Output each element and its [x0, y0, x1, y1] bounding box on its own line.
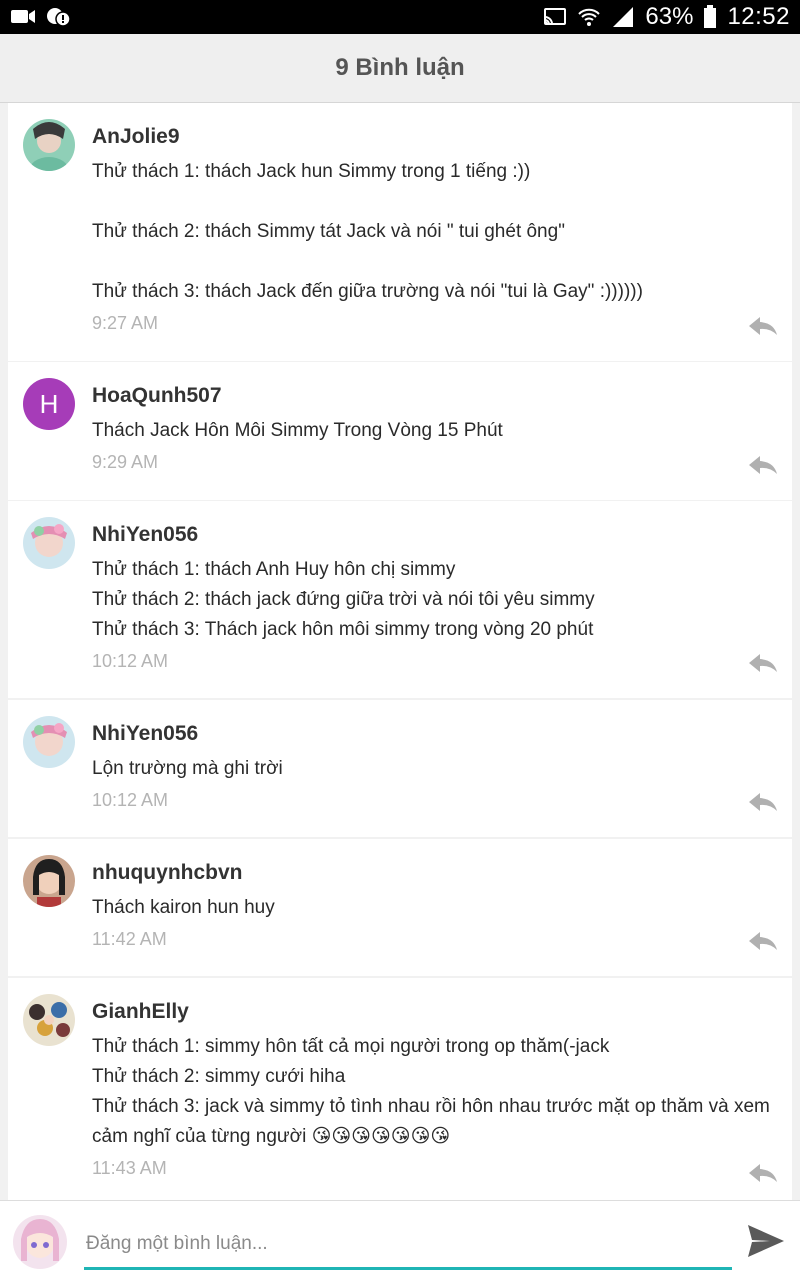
comment-input[interactable] [84, 1221, 732, 1270]
page-title: 9 Bình luận [335, 54, 465, 81]
comment-item: NhiYen056 Thử thách 1: thách Anh Huy hôn… [8, 501, 792, 698]
avatar[interactable] [23, 994, 75, 1046]
send-button[interactable] [746, 1223, 786, 1259]
comment-item: NhiYen056 Lộn trường mà ghi trời 10:12 A… [8, 700, 792, 837]
comment-username[interactable]: nhuquynhcbvn [92, 861, 778, 885]
reply-icon[interactable] [748, 315, 778, 337]
comment-timestamp: 11:43 AM [92, 1158, 167, 1178]
cast-icon [544, 8, 567, 25]
comment-text: Thử thách 1: thách Jack hun Simmy trong … [92, 161, 643, 302]
comment-timestamp: 10:12 AM [92, 651, 169, 671]
comment-list[interactable]: AnJolie9 Thử thách 1: thách Jack hun Sim… [8, 103, 792, 1200]
comment-item: GianhElly Thử thách 1: simmy hôn tất cả … [8, 978, 792, 1200]
reply-icon[interactable] [748, 791, 778, 813]
comment-text: Thách kairon hun huy [92, 897, 275, 918]
avatar[interactable] [23, 716, 75, 768]
reply-icon[interactable] [748, 652, 778, 674]
comment-composer [0, 1200, 800, 1281]
signal-icon [613, 7, 634, 27]
reply-icon[interactable] [748, 930, 778, 952]
comment-username[interactable]: NhiYen056 [92, 523, 778, 547]
comment-text: Thách Jack Hôn Môi Simmy Trong Vòng 15 P… [92, 420, 503, 441]
avatar-letter: H [39, 388, 59, 419]
comment-username[interactable]: GianhElly [92, 1000, 778, 1024]
comment-username[interactable]: NhiYen056 [92, 722, 778, 746]
comment-timestamp: 11:42 AM [92, 929, 167, 949]
comment-item: H HoaQunh507 Thách Jack Hôn Môi Simmy Tr… [8, 362, 792, 500]
comment-timestamp: 9:29 AM [92, 452, 159, 472]
comment-text: Lộn trường mà ghi trời [92, 758, 283, 779]
comment-text: Thử thách 1: thách Anh Huy hôn chị simmy… [92, 559, 595, 640]
comments-header: 9 Bình luận [0, 34, 800, 103]
battery-icon [704, 5, 717, 28]
comment-username[interactable]: HoaQunh507 [92, 384, 778, 408]
status-time: 12:52 [727, 3, 790, 30]
status-bar: 63% 12:52 [0, 0, 800, 34]
reply-icon[interactable] [748, 454, 778, 476]
avatar[interactable] [23, 855, 75, 907]
notification-icon [47, 8, 71, 27]
comment-username[interactable]: AnJolie9 [92, 125, 778, 149]
reply-icon[interactable] [748, 1162, 778, 1184]
comment-timestamp: 9:27 AM [92, 313, 159, 333]
battery-percent: 63% [645, 3, 694, 30]
comment-timestamp: 10:12 AM [92, 790, 169, 810]
comment-item: AnJolie9 Thử thách 1: thách Jack hun Sim… [8, 103, 792, 361]
avatar[interactable]: H [23, 378, 75, 430]
comment-text: Thử thách 1: simmy hôn tất cả mọi người … [92, 1036, 770, 1147]
wifi-icon [578, 8, 601, 26]
comment-item: nhuquynhcbvn Thách kairon hun huy 11:42 … [8, 839, 792, 976]
current-user-avatar[interactable] [13, 1215, 67, 1269]
avatar[interactable] [23, 517, 75, 569]
video-icon [11, 10, 35, 23]
avatar[interactable] [23, 119, 75, 171]
